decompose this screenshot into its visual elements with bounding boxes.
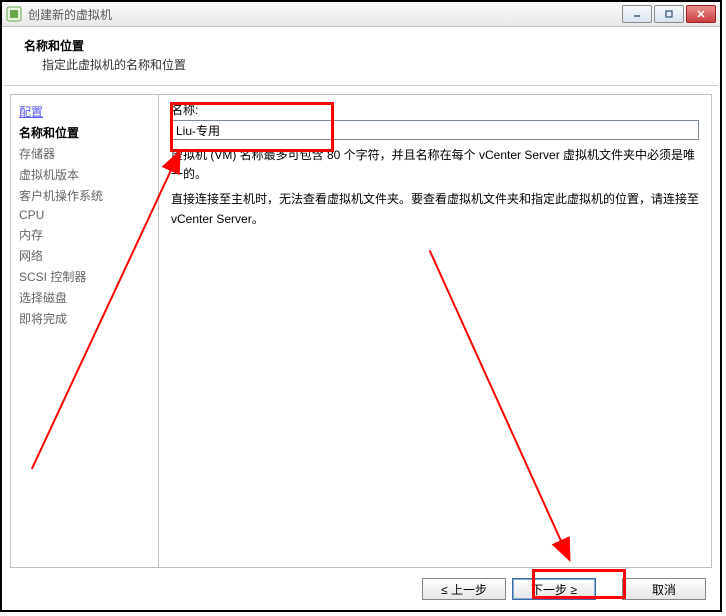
app-icon (6, 6, 22, 22)
back-button[interactable]: ≤ 上一步 (422, 578, 506, 600)
page-title: 名称和位置 (24, 37, 706, 54)
wizard-footer: ≤ 上一步 下一步 ≥ 取消 (2, 568, 720, 610)
vm-name-input[interactable] (171, 120, 699, 140)
nav-item: 名称和位置 (19, 122, 150, 143)
nav-pane: 配置名称和位置存储器虚拟机版本客户机操作系统CPU内存网络SCSI 控制器选择磁… (10, 94, 158, 568)
wizard-body: 配置名称和位置存储器虚拟机版本客户机操作系统CPU内存网络SCSI 控制器选择磁… (2, 86, 720, 568)
minimize-button[interactable] (622, 5, 652, 23)
window-buttons (622, 5, 716, 23)
nav-item: 客户机操作系统 (19, 185, 150, 206)
maximize-button[interactable] (654, 5, 684, 23)
wizard-header: 名称和位置 指定此虚拟机的名称和位置 (2, 27, 720, 85)
nav-item: 内存 (19, 224, 150, 245)
nav-item: 虚拟机版本 (19, 164, 150, 185)
page-subtitle: 指定此虚拟机的名称和位置 (42, 56, 706, 73)
nav-item: 即将完成 (19, 308, 150, 329)
cancel-button[interactable]: 取消 (622, 578, 706, 600)
window-title: 创建新的虚拟机 (28, 6, 622, 23)
content-pane: 名称: 虚拟机 (VM) 名称最多可包含 80 个字符，并且名称在每个 vCen… (158, 94, 712, 568)
name-label: 名称: (171, 101, 699, 118)
wizard-window: 创建新的虚拟机 名称和位置 指定此虚拟机的名称和位置 配置名称和位置存储器虚拟机… (0, 0, 722, 612)
nav-item: 网络 (19, 245, 150, 266)
nav-item: SCSI 控制器 (19, 266, 150, 287)
nav-item: 选择磁盘 (19, 287, 150, 308)
titlebar: 创建新的虚拟机 (2, 2, 720, 27)
nav-item: 存储器 (19, 143, 150, 164)
help-text-2: 直接连接至主机时，无法查看虚拟机文件夹。要查看虚拟机文件夹和指定此虚拟机的位置，… (171, 190, 699, 228)
help-text-1: 虚拟机 (VM) 名称最多可包含 80 个字符，并且名称在每个 vCenter … (171, 146, 699, 184)
next-button[interactable]: 下一步 ≥ (512, 578, 596, 600)
nav-item[interactable]: 配置 (19, 101, 150, 122)
nav-item: CPU (19, 206, 150, 224)
close-button[interactable] (686, 5, 716, 23)
